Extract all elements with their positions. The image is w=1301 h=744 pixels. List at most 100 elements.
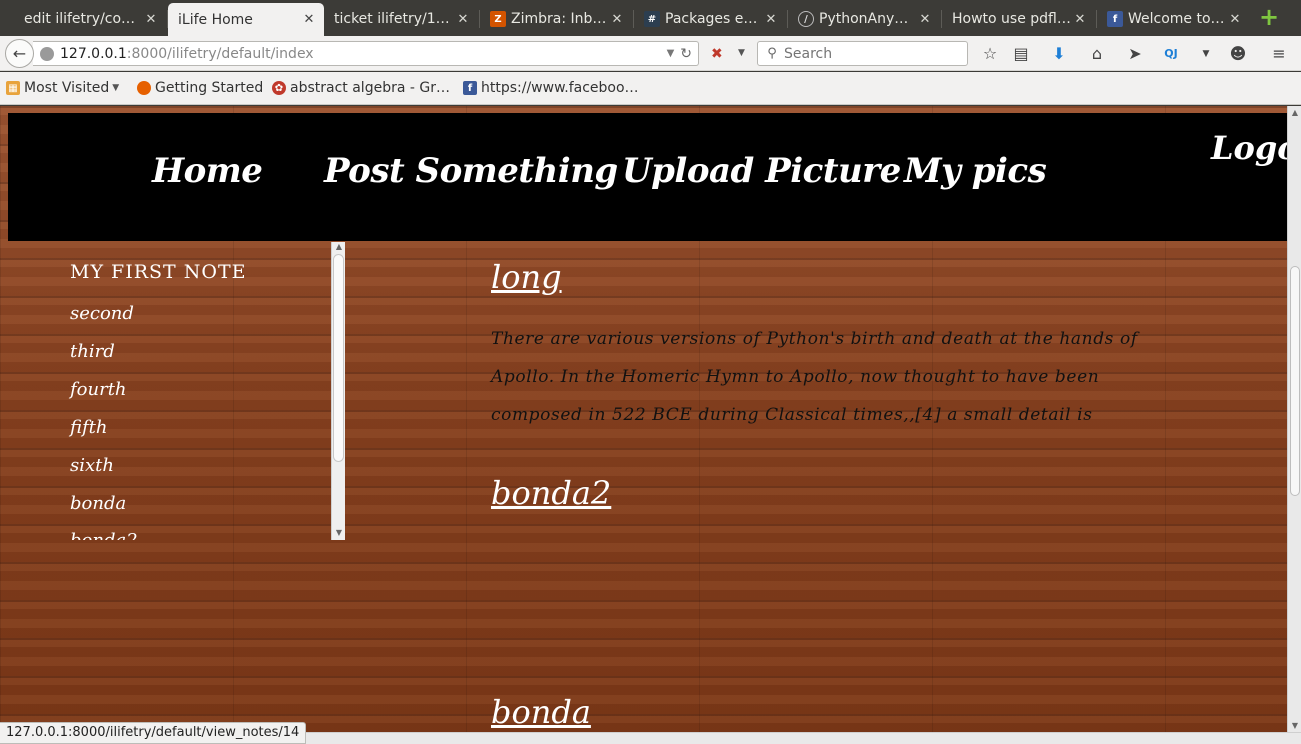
chevron-down-icon[interactable]: ▼ [1196, 44, 1216, 64]
note-link[interactable]: MY FIRST NOTE [70, 261, 247, 283]
bookmark-abstract-algebra[interactable]: ✿ abstract algebra - Gr… [272, 80, 450, 96]
tab-title: Packages e… [665, 11, 758, 27]
scrollbar-thumb[interactable] [333, 254, 344, 462]
tab-title: Welcome to… [1128, 11, 1225, 27]
close-icon[interactable]: ✕ [300, 12, 318, 27]
download-icon[interactable]: ⬇ [1049, 44, 1069, 64]
nav-home[interactable]: Home [152, 151, 263, 191]
home-icon[interactable]: ⌂ [1087, 44, 1107, 64]
chevron-down-icon: ▼ [112, 83, 120, 93]
search-bar[interactable]: ⚲ [757, 41, 968, 66]
note-link[interactable]: fourth [70, 379, 127, 400]
close-icon[interactable]: ✕ [454, 12, 472, 27]
post-title[interactable]: long [491, 258, 562, 296]
tab-title: ticket ilifetry/1… [334, 11, 450, 27]
packages-icon: # [644, 11, 660, 27]
menu-icon[interactable]: ≡ [1269, 44, 1289, 64]
notes-scrollbar[interactable]: ▲ ▼ [331, 242, 345, 540]
chevron-down-icon[interactable]: ▼ [667, 48, 675, 59]
page-scrollbar[interactable]: ▲ ▼ [1287, 106, 1301, 732]
scroll-down-icon[interactable]: ▼ [1288, 721, 1301, 730]
bookmark-star-icon[interactable]: ☆ [980, 44, 1000, 64]
bookmark-label: Most Visited [24, 80, 110, 96]
scrollbar-thumb[interactable] [1290, 266, 1300, 496]
pythonanywhere-icon: / [798, 11, 814, 27]
note-link[interactable]: bonda [70, 493, 126, 514]
globe-icon [40, 46, 54, 61]
bookmark-label: https://www.faceboo… [481, 80, 639, 96]
navigation-toolbar: 127.0.0.1:8000/ilifetry/default/index ▼ … [0, 36, 1301, 71]
tab-strip: edit ilifetry/co… ✕ iLife Home ✕ ticket … [0, 0, 1301, 36]
search-icon: ⚲ [767, 46, 777, 61]
blocked-download-icon[interactable]: ✖ [711, 46, 723, 62]
firefox-icon [137, 81, 151, 95]
tab-howto-pdf[interactable]: Howto use pdfl… ✕ [942, 4, 1095, 34]
scroll-up-icon[interactable]: ▲ [1288, 108, 1301, 117]
new-tab-button[interactable]: + [1258, 5, 1280, 29]
back-button[interactable]: ← [5, 39, 34, 68]
site-header: Home Post Something Upload Picture My pi… [8, 113, 1287, 241]
scroll-down-icon[interactable]: ▼ [332, 528, 346, 540]
post-title[interactable]: bonda2 [491, 474, 611, 512]
tab-facebook[interactable]: f Welcome to… ✕ [1097, 4, 1250, 34]
url-text[interactable]: 127.0.0.1:8000/ilifetry/default/index [60, 46, 667, 62]
close-icon[interactable]: ✕ [762, 12, 780, 27]
url-host: 127.0.0.1 [60, 45, 127, 62]
post-body-line: composed in 522 BCE during Classical tim… [491, 405, 1093, 425]
tab-title: Howto use pdfl… [952, 11, 1071, 27]
facebook-icon: f [1107, 11, 1123, 27]
logout-link[interactable]: Logout [1211, 129, 1287, 167]
nav-my-pics[interactable]: My pics [904, 151, 1047, 191]
bookmark-label: abstract algebra - Gr… [290, 80, 450, 96]
bookmark-getting-started[interactable]: Getting Started [137, 80, 263, 96]
tab-title: iLife Home [178, 11, 253, 28]
close-icon[interactable]: ✕ [142, 12, 160, 27]
tab-edit-ilifetry[interactable]: edit ilifetry/co… ✕ [14, 4, 166, 34]
status-url: 127.0.0.1:8000/ilifetry/default/view_not… [0, 722, 307, 744]
note-link[interactable]: second [70, 303, 134, 324]
reading-list-icon[interactable]: ▤ [1011, 44, 1031, 64]
note-link[interactable]: bonda2 [70, 530, 138, 540]
nav-post-something[interactable]: Post Something [324, 151, 618, 191]
reload-icon[interactable]: ↻ [680, 46, 692, 62]
note-link[interactable]: sixth [70, 455, 114, 476]
bookmark-label: Getting Started [155, 80, 264, 96]
most-visited-icon: ▦ [6, 81, 20, 95]
close-icon[interactable]: ✕ [916, 12, 934, 27]
qj-extension-icon[interactable]: QJ [1161, 44, 1181, 64]
post-title[interactable]: bonda [491, 693, 591, 731]
tab-pythonanywhere[interactable]: / PythonAny… ✕ [788, 4, 940, 34]
page-viewport: Home Post Something Upload Picture My pi… [0, 106, 1287, 732]
tab-ilife-home[interactable]: iLife Home ✕ [168, 3, 324, 36]
scroll-up-icon[interactable]: ▲ [332, 242, 346, 254]
close-icon[interactable]: ✕ [1226, 12, 1244, 27]
note-link[interactable]: fifth [70, 417, 108, 438]
tab-title: Zimbra: Inb… [511, 11, 607, 27]
arrow-left-icon: ← [12, 44, 27, 63]
url-path: :8000/ilifetry/default/index [126, 45, 314, 62]
tab-zimbra[interactable]: Z Zimbra: Inb… ✕ [480, 4, 632, 34]
note-link[interactable]: third [70, 341, 115, 362]
bookmark-facebook[interactable]: f https://www.faceboo… [463, 80, 639, 96]
tab-ticket-ilifetry[interactable]: ticket ilifetry/1… ✕ [324, 4, 478, 34]
chevron-down-icon[interactable]: ▼ [738, 48, 745, 58]
tab-title: PythonAny… [819, 11, 909, 27]
send-icon[interactable]: ➤ [1125, 44, 1145, 64]
tab-title: edit ilifetry/co… [24, 11, 136, 27]
close-icon[interactable]: ✕ [608, 12, 626, 27]
nav-upload-picture[interactable]: Upload Picture [622, 151, 901, 191]
close-icon[interactable]: ✕ [1071, 12, 1089, 27]
zimbra-icon: Z [490, 11, 506, 27]
post-body-line: Apollo. In the Homeric Hymn to Apollo, n… [491, 367, 1100, 387]
post-body-line: There are various versions of Python's b… [491, 329, 1138, 349]
tab-packages[interactable]: # Packages e… ✕ [634, 4, 786, 34]
flower-icon: ✿ [272, 81, 286, 95]
bookmarks-toolbar: ▦ Most Visited ▼ Getting Started ✿ abstr… [0, 72, 1301, 105]
notes-list: MY FIRST NOTE second third fourth fifth … [60, 242, 332, 540]
bookmark-most-visited[interactable]: ▦ Most Visited ▼ [6, 80, 119, 96]
search-input[interactable] [784, 45, 954, 62]
chat-icon[interactable]: ☻ [1228, 44, 1248, 64]
post-body: There are various versions of Python's b… [491, 320, 1138, 434]
facebook-icon: f [463, 81, 477, 95]
url-bar[interactable]: 127.0.0.1:8000/ilifetry/default/index ▼ … [33, 41, 699, 66]
